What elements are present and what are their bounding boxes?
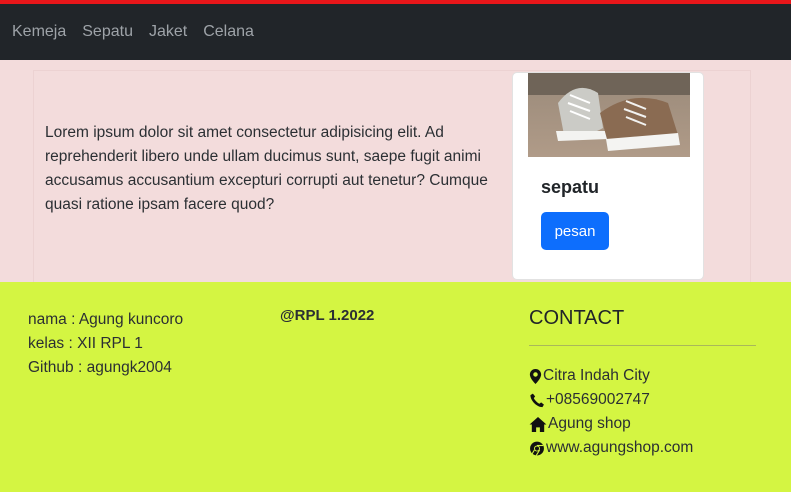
order-button[interactable]: pesan <box>541 212 609 250</box>
contact-location: Citra Indah City <box>529 364 693 388</box>
author-class: kelas : XII RPL 1 <box>28 335 143 352</box>
nav-item-celana[interactable]: Celana <box>203 22 254 42</box>
contact-phone-text: +08569002747 <box>546 391 650 408</box>
contact-divider <box>529 345 756 346</box>
shoe-photo <box>528 73 690 157</box>
author-github: Github : agungk2004 <box>28 359 172 376</box>
location-pin-icon <box>529 368 542 384</box>
nav-menu: Kemeja Sepatu Jaket Celana <box>12 22 270 42</box>
chrome-icon <box>530 441 544 456</box>
contact-phone: +08569002747 <box>529 388 693 412</box>
phone-icon <box>530 393 544 407</box>
navbar-accent-stripe <box>0 0 791 4</box>
nav-item-kemeja[interactable]: Kemeja <box>12 22 66 42</box>
author-info: nama : Agung kuncoro kelas : XII RPL 1 G… <box>28 308 183 380</box>
contact-list: Citra Indah City +08569002747 Agung shop… <box>529 364 693 460</box>
contact-shop-text: Agung shop <box>548 415 631 432</box>
author-name: nama : Agung kuncoro <box>28 311 184 328</box>
card-title: sepatu <box>541 177 600 197</box>
nav-item-jaket[interactable]: Jaket <box>149 22 187 42</box>
description-text: Lorem ipsum dolor sit amet consectetur a… <box>45 124 488 213</box>
contact-website-text[interactable]: www.agungshop.com <box>546 436 693 460</box>
copyright-text: @RPL 1.2022 <box>280 307 375 324</box>
contact-shop: Agung shop <box>529 412 693 436</box>
product-card: sepatu pesan <box>512 72 704 280</box>
home-icon <box>529 416 547 432</box>
nav-item-sepatu[interactable]: Sepatu <box>82 22 133 42</box>
contact-website[interactable]: www.agungshop.com <box>529 436 693 460</box>
contact-location-text: Citra Indah City <box>543 367 650 384</box>
contact-heading: CONTACT <box>529 307 625 329</box>
